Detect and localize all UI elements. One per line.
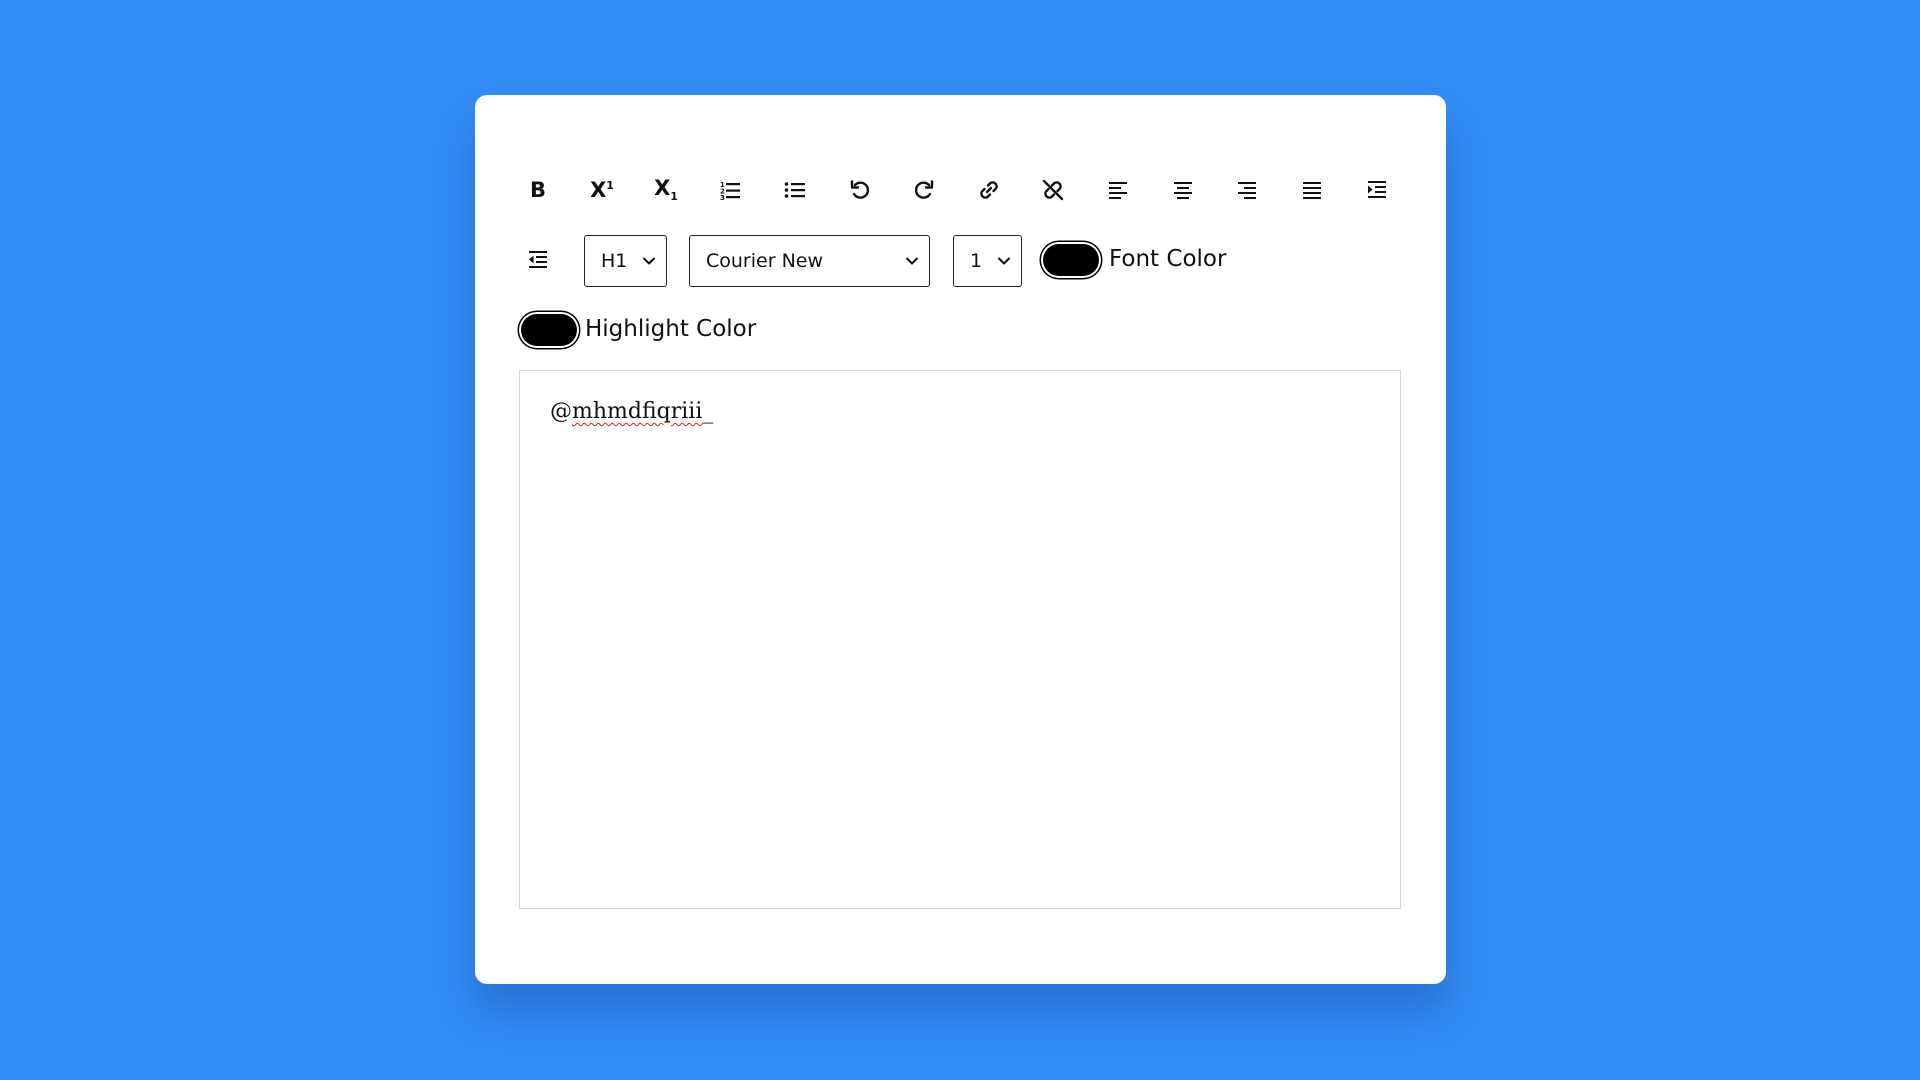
align-center-icon (1174, 182, 1192, 199)
align-right-button[interactable] (1228, 171, 1266, 209)
svg-text:3: 3 (720, 194, 725, 202)
align-center-button[interactable] (1164, 171, 1202, 209)
font-color-picker[interactable] (1043, 244, 1099, 276)
align-right-icon (1238, 182, 1256, 199)
superscript-button[interactable]: X1 (583, 171, 621, 209)
font-color-label: Font Color (1109, 246, 1227, 272)
undo-button[interactable] (841, 171, 879, 209)
chevron-down-icon (998, 257, 1010, 265)
chevron-down-icon (906, 257, 918, 265)
bold-button[interactable]: B (519, 171, 557, 209)
editor-card: B X1 X1 1 2 3 H1 Courier New 1 Font Colo… (475, 95, 1446, 984)
heading-select[interactable]: H1 (584, 235, 667, 287)
unordered-list-icon (784, 182, 805, 198)
font-family-select[interactable]: Courier New (689, 235, 930, 287)
unlink-button[interactable] (1034, 171, 1072, 209)
highlight-color-picker[interactable] (521, 314, 577, 346)
chevron-down-icon (643, 257, 655, 265)
font-size-select-value: 1 (970, 250, 983, 272)
align-left-icon (1109, 182, 1127, 199)
unlink-icon (1042, 179, 1064, 201)
editor-text-word: mhmdfiqriii (572, 399, 703, 424)
indent-button[interactable] (1358, 171, 1396, 209)
undo-icon (850, 180, 870, 199)
justify-button[interactable] (1293, 171, 1331, 209)
ordered-list-icon: 1 2 3 (720, 181, 740, 202)
link-icon (980, 181, 998, 199)
redo-button[interactable] (905, 171, 943, 209)
subscript-icon: X1 (654, 175, 678, 204)
heading-select-value: H1 (601, 250, 628, 272)
font-family-select-value: Courier New (706, 250, 824, 272)
bold-icon: B (529, 177, 546, 202)
outdent-icon (529, 251, 547, 268)
justify-icon (1303, 182, 1321, 199)
align-left-button[interactable] (1099, 171, 1137, 209)
ordered-list-button[interactable]: 1 2 3 (711, 171, 749, 209)
font-size-select[interactable]: 1 (953, 235, 1022, 287)
editor-text-suffix: _ (702, 399, 714, 424)
link-button[interactable] (970, 171, 1008, 209)
editor-text-prefix: @ (550, 399, 572, 424)
outdent-button[interactable] (519, 241, 557, 279)
indent-icon (1368, 181, 1386, 198)
highlight-color-label: Highlight Color (585, 316, 757, 342)
editor-text: @mhmdfiqriii_ (550, 399, 713, 424)
unordered-list-button[interactable] (776, 171, 814, 209)
superscript-icon: X1 (590, 177, 614, 202)
redo-icon (914, 180, 934, 199)
editor-content-area[interactable]: @mhmdfiqriii_ (519, 370, 1401, 909)
subscript-button[interactable]: X1 (647, 171, 685, 209)
